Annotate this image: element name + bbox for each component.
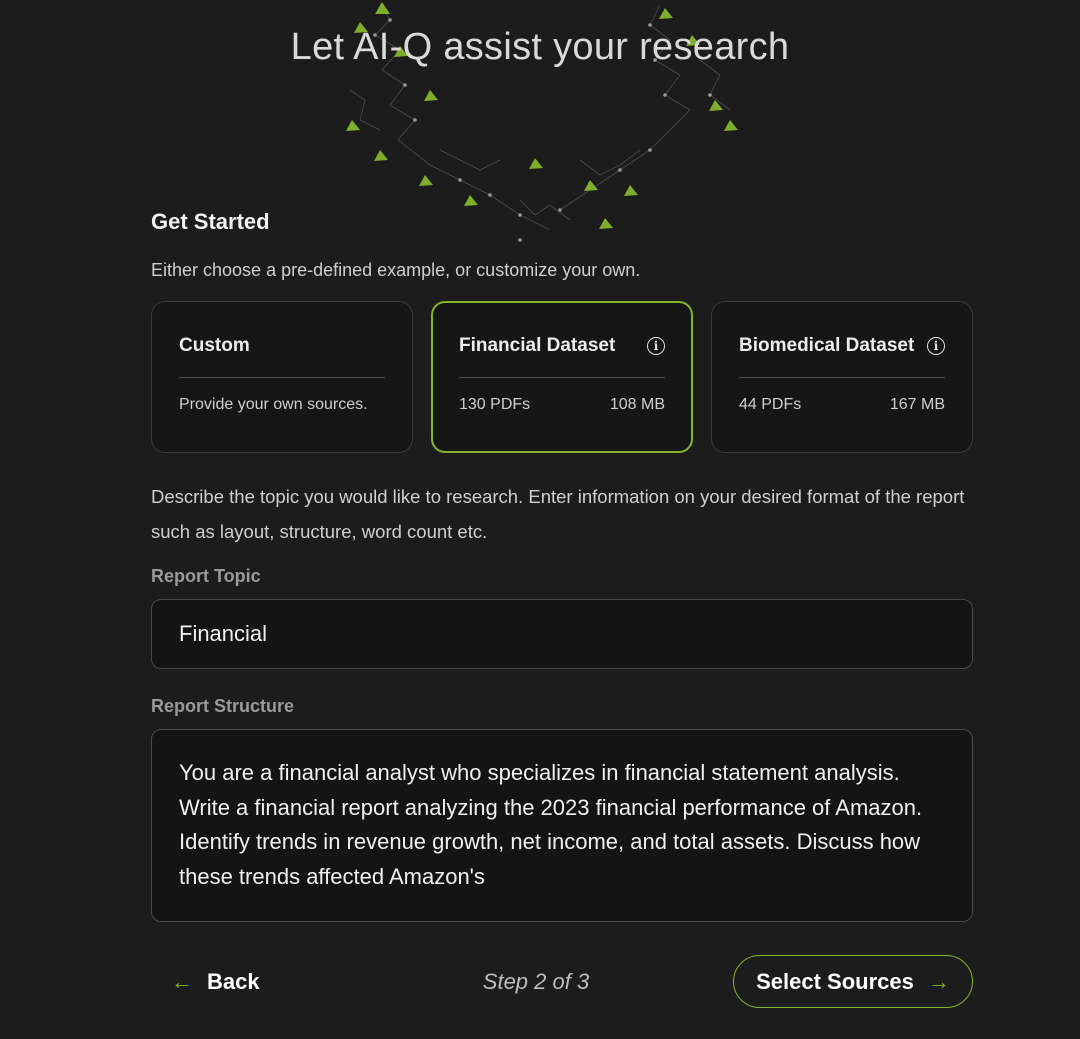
card-header: Custom: [179, 332, 385, 360]
card-divider: [459, 377, 665, 378]
section-title: Get Started: [151, 209, 270, 234]
card-title: Custom: [179, 335, 250, 356]
card-header: Financial Dataset i: [459, 332, 665, 360]
card-biomedical-dataset[interactable]: Biomedical Dataset i 44 PDFs 167 MB: [711, 301, 973, 453]
report-topic-label: Report Topic: [151, 566, 261, 586]
card-footer: 130 PDFs 108 MB: [459, 396, 665, 414]
card-divider: [179, 377, 385, 378]
dataset-cards: Custom Provide your own sources. Financi…: [151, 301, 973, 453]
card-title: Biomedical Dataset: [739, 335, 915, 356]
card-financial-dataset[interactable]: Financial Dataset i 130 PDFs 108 MB: [431, 301, 693, 453]
card-file-size: 108 MB: [609, 396, 665, 413]
select-sources-label: Select Sources: [756, 968, 914, 994]
card-footer: 44 PDFs 167 MB: [739, 396, 945, 414]
select-sources-button[interactable]: Select Sources →: [733, 955, 973, 1008]
card-divider: [739, 377, 945, 378]
main-content: Get Started Either choose a pre-defined …: [151, 205, 973, 927]
report-structure-label: Report Structure: [151, 696, 295, 716]
card-title: Financial Dataset: [459, 335, 616, 356]
report-topic-input[interactable]: [151, 599, 973, 669]
page: Let AI-Q assist your research Get Starte…: [0, 0, 1080, 1039]
card-custom[interactable]: Custom Provide your own sources.: [151, 301, 413, 453]
page-title: Let AI-Q assist your research: [290, 26, 790, 68]
info-icon[interactable]: i: [927, 337, 945, 355]
report-structure-textarea[interactable]: You are a financial analyst who speciali…: [151, 729, 973, 922]
footer-navigation: ← Back Step 2 of 3 Select Sources →: [151, 955, 973, 1008]
describe-instructions: Describe the topic you would like to res…: [151, 486, 965, 542]
card-header: Biomedical Dataset i: [739, 332, 945, 360]
card-description: Provide your own sources.: [179, 396, 368, 413]
arrow-right-icon: →: [927, 968, 950, 994]
info-icon[interactable]: i: [647, 337, 665, 355]
card-file-count: 44 PDFs: [739, 396, 802, 413]
card-file-size: 167 MB: [889, 396, 945, 413]
card-footer: Provide your own sources.: [179, 396, 385, 414]
card-file-count: 130 PDFs: [459, 396, 531, 413]
section-subtitle: Either choose a pre-defined example, or …: [151, 260, 641, 280]
